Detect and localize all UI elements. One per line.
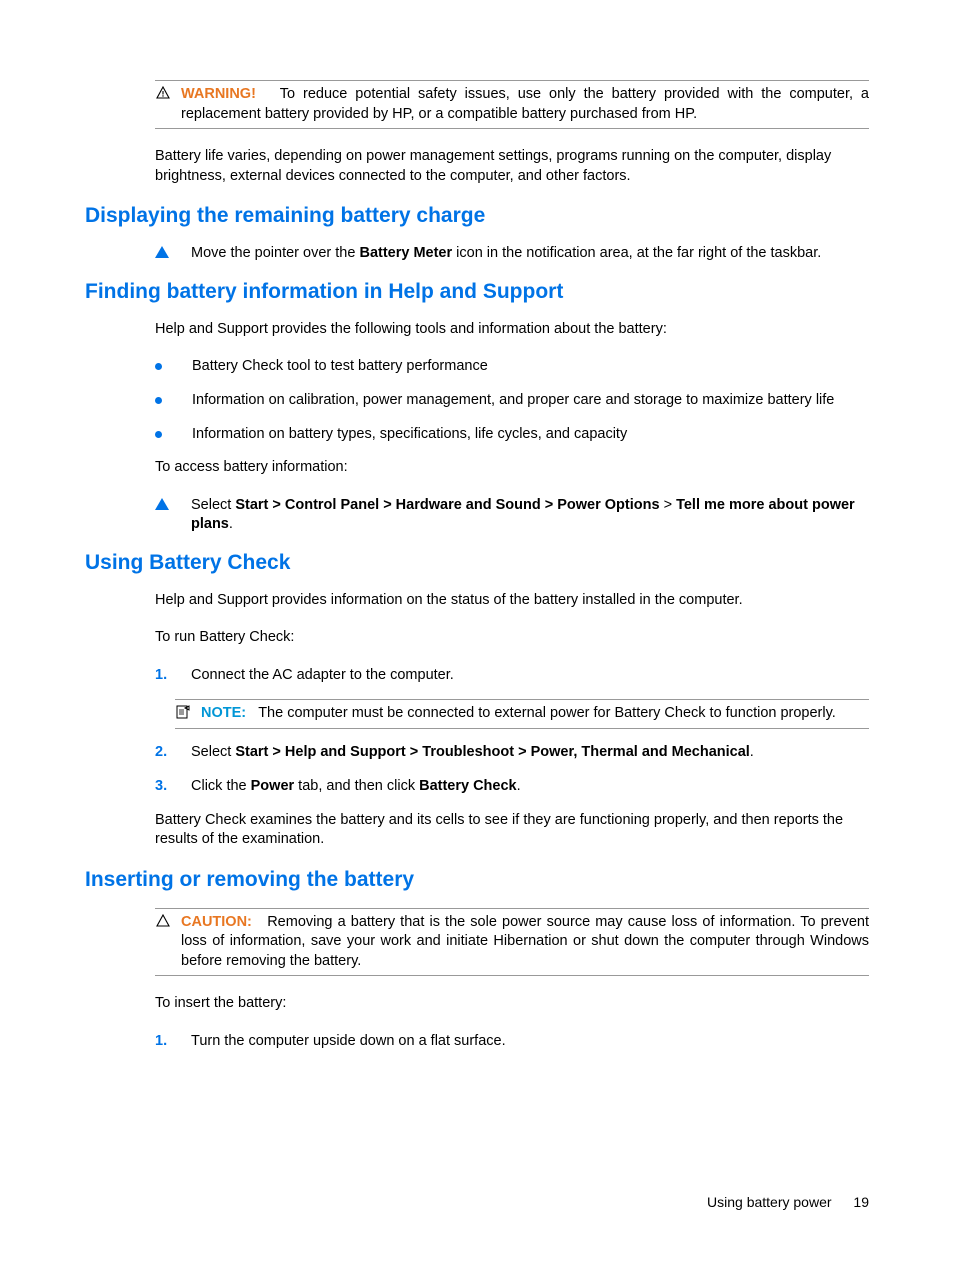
caution-text: Removing a battery that is the sole powe…: [181, 914, 869, 969]
finding-bullets: Battery Check tool to test battery perfo…: [155, 357, 869, 444]
step-number: 2.: [155, 743, 169, 763]
battery-life-paragraph: Battery life varies, depending on power …: [155, 147, 869, 186]
warning-text: To reduce potential safety issues, use o…: [181, 86, 869, 122]
heading-insert-remove: Inserting or removing the battery: [85, 868, 869, 892]
note-label: NOTE:: [201, 705, 246, 721]
display-step: Move the pointer over the Battery Meter …: [155, 244, 869, 264]
page-footer: Using battery power 19: [707, 1194, 869, 1210]
step-2: 2. Select Start > Help and Support > Tro…: [155, 743, 869, 763]
step-3: 3. Click the Power tab, and then click B…: [155, 777, 869, 797]
note-content: NOTE: The computer must be connected to …: [201, 704, 869, 724]
insert-step-1: 1. Turn the computer upside down on a fl…: [155, 1032, 869, 1052]
battery-check-steps: 1. Connect the AC adapter to the compute…: [155, 666, 869, 686]
caution-callout: CAUTION: Removing a battery that is the …: [155, 908, 869, 977]
caution-content: CAUTION: Removing a battery that is the …: [181, 913, 869, 972]
caution-icon: [155, 914, 171, 932]
using-result: Battery Check examines the battery and i…: [155, 811, 869, 850]
bullet-icon: [155, 363, 162, 370]
step-number: 1.: [155, 666, 169, 686]
list-item: Information on calibration, power manage…: [155, 391, 869, 411]
heading-using-check: Using Battery Check: [85, 551, 869, 575]
footer-section: Using battery power: [707, 1194, 832, 1210]
note-callout: NOTE: The computer must be connected to …: [175, 699, 869, 729]
using-intro: Help and Support provides information on…: [155, 591, 869, 611]
step-triangle-icon: [155, 498, 169, 510]
step-1: 1. Connect the AC adapter to the compute…: [155, 666, 869, 686]
warning-content: WARNING! To reduce potential safety issu…: [181, 85, 869, 124]
access-info: To access battery information:: [155, 458, 869, 478]
access-step: Select Start > Control Panel > Hardware …: [155, 496, 869, 535]
note-icon: [175, 704, 191, 724]
display-step-text: Move the pointer over the Battery Meter …: [191, 244, 821, 264]
page-number: 19: [853, 1194, 869, 1210]
step-triangle-icon: [155, 246, 169, 258]
bullet-icon: [155, 431, 162, 438]
step-number: 3.: [155, 777, 169, 797]
step-number: 1.: [155, 1032, 169, 1052]
heading-display-charge: Displaying the remaining battery charge: [85, 204, 869, 228]
heading-finding-info: Finding battery information in Help and …: [85, 280, 869, 304]
list-item: Information on battery types, specificat…: [155, 425, 869, 445]
warning-label: WARNING!: [181, 86, 256, 102]
finding-intro: Help and Support provides the following …: [155, 320, 869, 340]
insert-intro: To insert the battery:: [155, 994, 869, 1014]
insert-steps: 1. Turn the computer upside down on a fl…: [155, 1032, 869, 1052]
warning-icon: [155, 86, 171, 104]
bullet-icon: [155, 397, 162, 404]
note-text: The computer must be connected to extern…: [258, 705, 836, 721]
caution-label: CAUTION:: [181, 914, 252, 930]
battery-check-steps-cont: 2. Select Start > Help and Support > Tro…: [155, 743, 869, 796]
list-item: Battery Check tool to test battery perfo…: [155, 357, 869, 377]
using-run: To run Battery Check:: [155, 628, 869, 648]
warning-callout: WARNING! To reduce potential safety issu…: [155, 80, 869, 129]
access-step-text: Select Start > Control Panel > Hardware …: [191, 496, 869, 535]
